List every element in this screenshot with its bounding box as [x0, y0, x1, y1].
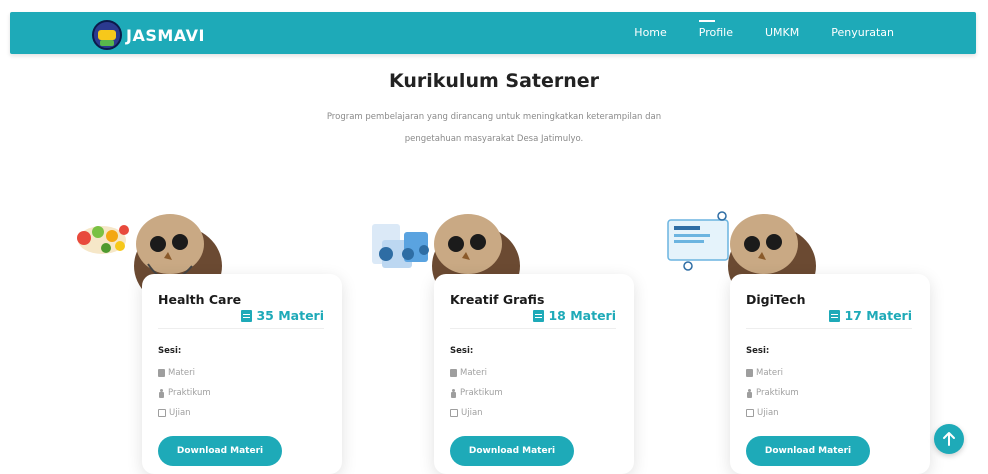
- course-card: DigiTech 17 Materi Sesi: Materi Praktiku…: [730, 274, 930, 474]
- download-materi-button[interactable]: Download Materi: [746, 436, 870, 466]
- download-materi-button[interactable]: Download Materi: [450, 436, 574, 466]
- book-icon: [533, 309, 545, 322]
- sesi-item-materi: Materi: [450, 368, 487, 378]
- arrow-up-icon: [943, 432, 955, 446]
- book-icon: [241, 309, 253, 322]
- download-materi-button[interactable]: Download Materi: [158, 436, 282, 466]
- subtitle-line-2: pengetahuan masyarakat Desa Jatimulyo.: [404, 134, 584, 144]
- item-label: Praktikum: [168, 388, 211, 398]
- sesi-item-ujian: Ujian: [746, 408, 779, 418]
- course-card-health-care: Health Care 35 Materi Sesi: Materi Prakt…: [72, 204, 344, 474]
- sesi-item-materi: Materi: [158, 368, 195, 378]
- book-icon: [158, 369, 165, 377]
- nav-item-penyuratan[interactable]: Penyuratan: [815, 12, 910, 54]
- subtitle-line-1: Program pembelajaran yang dirancang untu…: [326, 112, 662, 122]
- item-label: Ujian: [169, 408, 191, 418]
- exam-icon: [450, 409, 458, 417]
- card-title: DigiTech: [746, 292, 806, 307]
- card-count: 35 Materi: [241, 308, 324, 323]
- book-icon: [746, 369, 753, 377]
- item-label: Materi: [460, 368, 487, 378]
- sesi-label: Sesi:: [746, 346, 770, 356]
- item-label: Ujian: [757, 408, 779, 418]
- item-label: Praktikum: [756, 388, 799, 398]
- sesi-label: Sesi:: [158, 346, 182, 356]
- brand[interactable]: JASMAVI: [92, 20, 205, 50]
- book-icon: [829, 309, 841, 322]
- item-label: Materi: [756, 368, 783, 378]
- sesi-item-ujian: Ujian: [450, 408, 483, 418]
- divider: [746, 328, 912, 329]
- book-icon: [450, 369, 457, 377]
- page-title: Kurikulum Saterner: [388, 70, 600, 92]
- person-icon: [158, 388, 165, 398]
- exam-icon: [158, 409, 166, 417]
- person-icon: [450, 388, 457, 398]
- nav-item-profile[interactable]: Profile: [683, 12, 749, 54]
- divider: [450, 328, 616, 329]
- course-card: Health Care 35 Materi Sesi: Materi Prakt…: [142, 274, 342, 474]
- nav-item-home[interactable]: Home: [618, 12, 682, 54]
- sesi-item-praktikum: Praktikum: [450, 388, 503, 398]
- brand-logo: [92, 20, 122, 50]
- card-count: 17 Materi: [829, 308, 912, 323]
- item-label: Ujian: [461, 408, 483, 418]
- card-count: 18 Materi: [533, 308, 616, 323]
- course-card-digitech: DigiTech 17 Materi Sesi: Materi Praktiku…: [660, 204, 932, 474]
- scroll-to-top-button[interactable]: [934, 424, 964, 454]
- brand-name: JASMAVI: [126, 25, 205, 45]
- page-subtitle: Program pembelajaran yang dirancang untu…: [294, 106, 694, 150]
- item-label: Materi: [168, 368, 195, 378]
- item-label: Praktikum: [460, 388, 503, 398]
- sesi-item-ujian: Ujian: [158, 408, 191, 418]
- count-label: 18 Materi: [548, 308, 616, 323]
- nav-item-umkm[interactable]: UMKM: [749, 12, 815, 54]
- main-nav: Home Profile UMKM Penyuratan: [618, 12, 910, 54]
- sesi-item-praktikum: Praktikum: [746, 388, 799, 398]
- navbar: JASMAVI Home Profile UMKM Penyuratan: [10, 12, 976, 54]
- sesi-item-praktikum: Praktikum: [158, 388, 211, 398]
- sesi-item-materi: Materi: [746, 368, 783, 378]
- count-label: 17 Materi: [844, 308, 912, 323]
- exam-icon: [746, 409, 754, 417]
- count-label: 35 Materi: [256, 308, 324, 323]
- card-title: Health Care: [158, 292, 242, 307]
- course-card: Kreatif Grafis 18 Materi Sesi: Materi Pr…: [434, 274, 634, 474]
- sesi-label: Sesi:: [450, 346, 474, 356]
- card-title: Kreatif Grafis: [450, 292, 545, 307]
- course-card-kreatif-grafis: Kreatif Grafis 18 Materi Sesi: Materi Pr…: [364, 204, 636, 474]
- divider: [158, 328, 324, 329]
- person-icon: [746, 388, 753, 398]
